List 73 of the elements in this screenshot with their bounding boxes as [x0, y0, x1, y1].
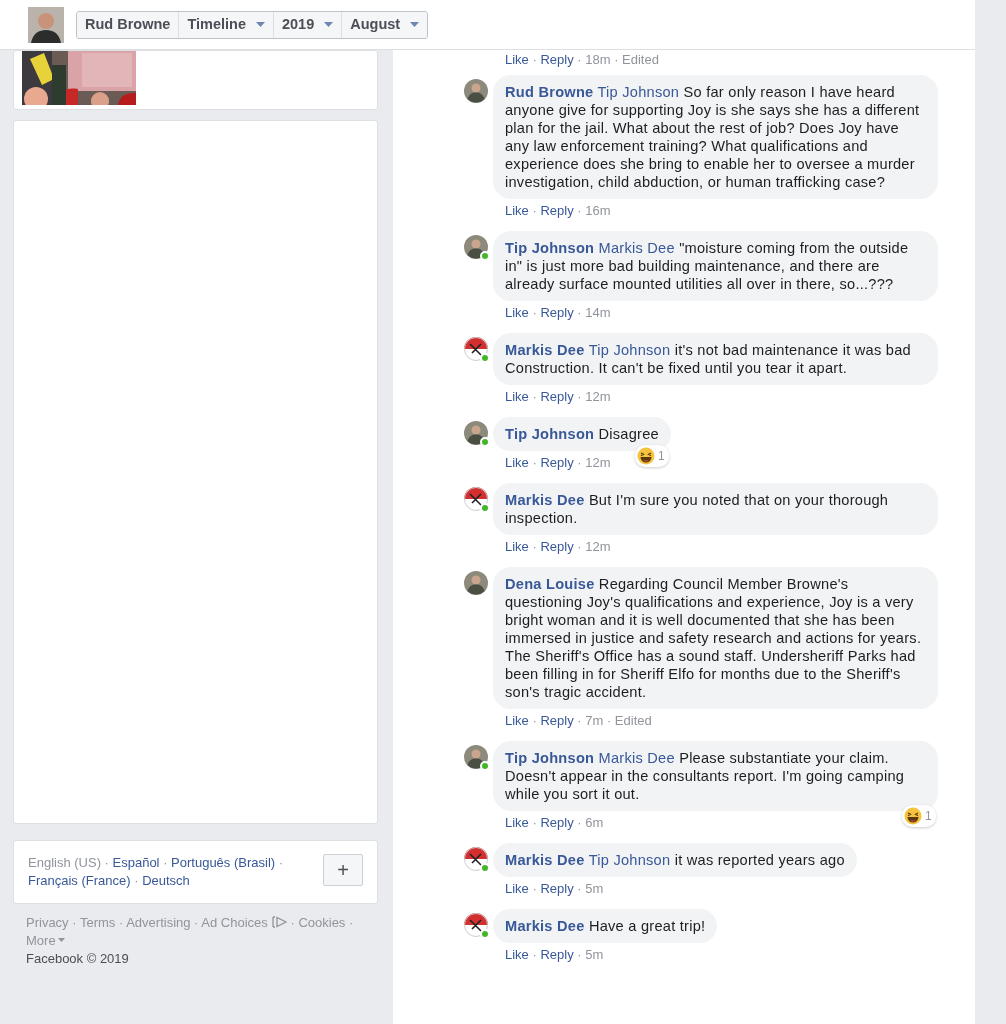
- comment-text: Tip Johnson Markis Dee "moisture coming from the outside in" is just more bad building maintenance, and there are already surface mounted utilities all over in there, so...???: [505, 240, 909, 292]
- avatar: [464, 745, 488, 769]
- like-link[interactable]: Like: [505, 539, 529, 554]
- reply-link[interactable]: Reply: [540, 389, 574, 404]
- comment-text: Rud Browne Tip Johnson So far only reason I have heard anyone give for supporting Joy is she says she has a different plan for the jail. What about the rest of job? Does Joy have any law enforcement training? What qualifications and experience does she bring to enable her to oversee a murder investigation, child abduction, or human trafficking case?: [505, 84, 920, 190]
- avatar: [464, 337, 488, 361]
- author-link[interactable]: Markis Dee: [505, 918, 585, 934]
- footer-links: Privacy · Terms · Advertising · Ad Choices · Cookies · More: [26, 914, 355, 950]
- reply-link[interactable]: Reply: [540, 539, 574, 554]
- comment-text: Tip Johnson Disagree: [505, 426, 659, 442]
- language-link[interactable]: Deutsch: [142, 873, 190, 888]
- profile-name-button[interactable]: Rud Browne: [77, 11, 180, 38]
- author-link[interactable]: Tip Johnson: [505, 750, 595, 766]
- mention-link[interactable]: Tip Johnson: [588, 342, 671, 358]
- comment-actions: Like · Reply · 18m · Edited: [505, 52, 659, 68]
- caret-icon: [57, 938, 65, 942]
- comment-text: Markis Dee Tip Johnson it's not bad maintenance it was bad Construction. It can't be fixed until you tear it apart.: [505, 342, 911, 376]
- like-link[interactable]: Like: [505, 52, 529, 67]
- mention-link[interactable]: Markis Dee: [598, 750, 675, 766]
- comment-actions: Like · Reply · 6m: [505, 815, 604, 831]
- like-link[interactable]: Like: [505, 713, 529, 728]
- mention-link[interactable]: Tip Johnson: [597, 84, 680, 100]
- comment-actions: Like · Reply · 7m · Edited: [505, 713, 652, 729]
- comment-actions: Like · Reply · 5m: [505, 947, 604, 963]
- reply-link[interactable]: Reply: [540, 455, 574, 470]
- avatar: [464, 487, 488, 511]
- author-link[interactable]: Markis Dee: [505, 852, 585, 868]
- comment-actions: Like · Reply · 12m: [505, 389, 611, 405]
- reply-link[interactable]: Reply: [540, 815, 574, 830]
- comment-text: Markis Dee Have a great trip!: [505, 918, 706, 934]
- like-link[interactable]: Like: [505, 389, 529, 404]
- mention-link[interactable]: Tip Johnson: [588, 852, 671, 868]
- like-link[interactable]: Like: [505, 881, 529, 896]
- reply-link[interactable]: Reply: [540, 713, 574, 728]
- author-link[interactable]: Rud Browne: [505, 84, 594, 100]
- like-link[interactable]: Like: [505, 455, 529, 470]
- like-link[interactable]: Like: [505, 815, 529, 830]
- author-link[interactable]: Tip Johnson: [505, 240, 595, 256]
- comment-text: Markis Dee Tip Johnson it was reported years ago: [505, 852, 845, 868]
- laughing-emoji-icon: [904, 807, 923, 825]
- reply-link[interactable]: Reply: [540, 947, 574, 962]
- avatar: [464, 913, 488, 937]
- author-link[interactable]: Tip Johnson: [505, 426, 595, 442]
- like-link[interactable]: Like: [505, 305, 529, 320]
- author-link[interactable]: Markis Dee: [505, 492, 585, 508]
- language-link[interactable]: Français (France): [28, 873, 131, 888]
- reply-link[interactable]: Reply: [540, 881, 574, 896]
- ad-choices-icon: [271, 916, 287, 928]
- language-link[interactable]: Español: [112, 855, 160, 870]
- comment-actions: Like · Reply · 14m: [505, 305, 611, 321]
- author-link[interactable]: Dena Louise: [505, 576, 595, 592]
- comment-actions: Like · Reply · 12m: [505, 539, 611, 555]
- mention-link[interactable]: Markis Dee: [598, 240, 675, 256]
- language-list: English (US) · Español · Português (Brasil) · Français (France) · Deutsch: [28, 854, 315, 890]
- like-link[interactable]: Like: [505, 947, 529, 962]
- laughing-emoji-icon: [637, 447, 655, 465]
- add-language-button[interactable]: +: [323, 854, 363, 886]
- comment-text: Markis Dee But I'm sure you noted that on your thorough inspection.: [505, 492, 889, 526]
- reply-link[interactable]: Reply: [540, 305, 574, 320]
- reply-link[interactable]: Reply: [540, 52, 574, 67]
- avatar: [464, 847, 488, 871]
- comment-actions: Like · Reply · 12m: [505, 455, 611, 471]
- reply-link[interactable]: Reply: [540, 203, 574, 218]
- avatar: [464, 235, 488, 259]
- like-link[interactable]: Like: [505, 203, 529, 218]
- avatar: [464, 421, 488, 445]
- language-link[interactable]: Português (Brasil): [171, 855, 276, 870]
- comment-actions: Like · Reply · 16m: [505, 203, 611, 219]
- copyright: Facebook © 2019: [26, 950, 130, 968]
- comment-actions: Like · Reply · 5m: [505, 881, 604, 897]
- comment-text: Tip Johnson Markis Dee Please substantiate your claim. Doesn't appear in the consultants report. I'm going camping while you sort it out.: [505, 750, 905, 802]
- comment-text: Dena Louise Regarding Council Member Browne's questioning Joy's qualifications and experience, Joy is a very bright woman and it is well documented that she has been immersed in justice and safety research and actions for years. The Sheriff's Office has a sound staff. Undersheriff Parks had been filling in for Sheriff Elfo for months due to the Sheriff's son's tragic accident.: [505, 576, 922, 700]
- author-link[interactable]: Markis Dee: [505, 342, 585, 358]
